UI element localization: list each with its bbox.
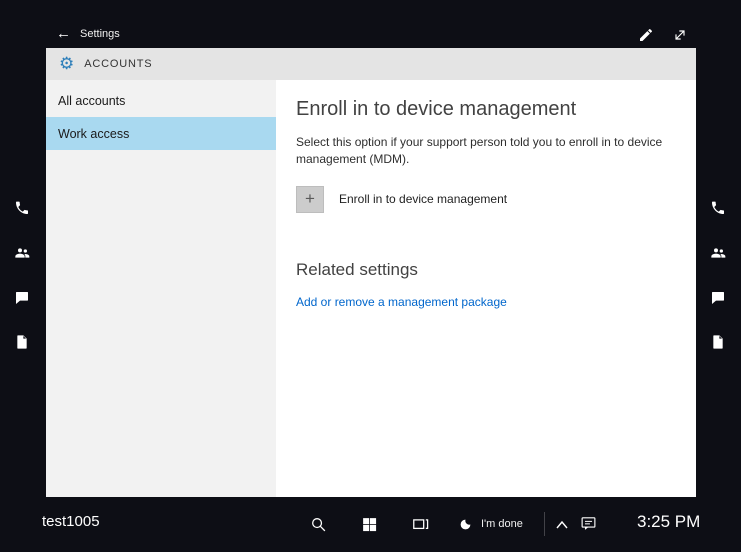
phone-icon[interactable]	[14, 200, 30, 216]
settings-gear-icon: ⚙	[59, 55, 74, 72]
page-description: Select this option if your support perso…	[296, 134, 676, 169]
app-header-title: ACCOUNTS	[84, 58, 152, 70]
username-label: test1005	[42, 513, 100, 530]
people-icon[interactable]	[14, 245, 30, 261]
management-package-link[interactable]: Add or remove a management package	[296, 295, 507, 309]
document-icon[interactable]	[710, 334, 726, 350]
chat-icon[interactable]	[710, 290, 726, 306]
expand-diagonal-icon[interactable]	[672, 27, 688, 43]
moon-icon	[459, 518, 472, 531]
related-settings-title: Related settings	[296, 260, 676, 280]
people-icon[interactable]	[710, 245, 726, 261]
document-icon[interactable]	[14, 334, 30, 350]
enroll-button-label: Enroll in to device management	[339, 192, 507, 206]
sidebar-item-work-access[interactable]: Work access	[46, 117, 276, 150]
enroll-mdm-button[interactable]: + Enroll in to device management	[296, 186, 676, 213]
taskbar-divider	[544, 512, 545, 536]
phone-icon[interactable]	[710, 200, 726, 216]
chevron-up-icon[interactable]	[555, 518, 569, 530]
taskbar: test1005 I'm done 3:25 PM	[0, 497, 741, 552]
sidebar-item-all-accounts[interactable]: All accounts	[46, 84, 276, 117]
frame-title: Settings	[80, 28, 120, 40]
pencil-icon[interactable]	[638, 27, 654, 43]
im-done-label: I'm done	[481, 518, 523, 530]
content-panel: Enroll in to device management Select th…	[276, 80, 696, 497]
settings-window: ⚙ ACCOUNTS All accounts Work access Enro…	[46, 48, 696, 497]
windows-logo-icon[interactable]	[361, 516, 378, 533]
sidebar-item-label: Work access	[58, 127, 129, 141]
sidebar: All accounts Work access	[46, 80, 276, 497]
task-view-icon[interactable]	[412, 516, 429, 533]
back-button[interactable]: ←	[56, 25, 71, 42]
sidebar-item-label: All accounts	[58, 94, 125, 108]
im-done-button[interactable]: I'm done	[453, 511, 529, 537]
chat-icon[interactable]	[14, 290, 30, 306]
clock[interactable]: 3:25 PM	[637, 512, 700, 532]
action-center-icon[interactable]	[580, 515, 597, 532]
page-title: Enroll in to device management	[296, 98, 676, 121]
search-icon[interactable]	[310, 516, 327, 533]
plus-icon: +	[296, 186, 324, 213]
app-header: ⚙ ACCOUNTS	[46, 48, 696, 80]
